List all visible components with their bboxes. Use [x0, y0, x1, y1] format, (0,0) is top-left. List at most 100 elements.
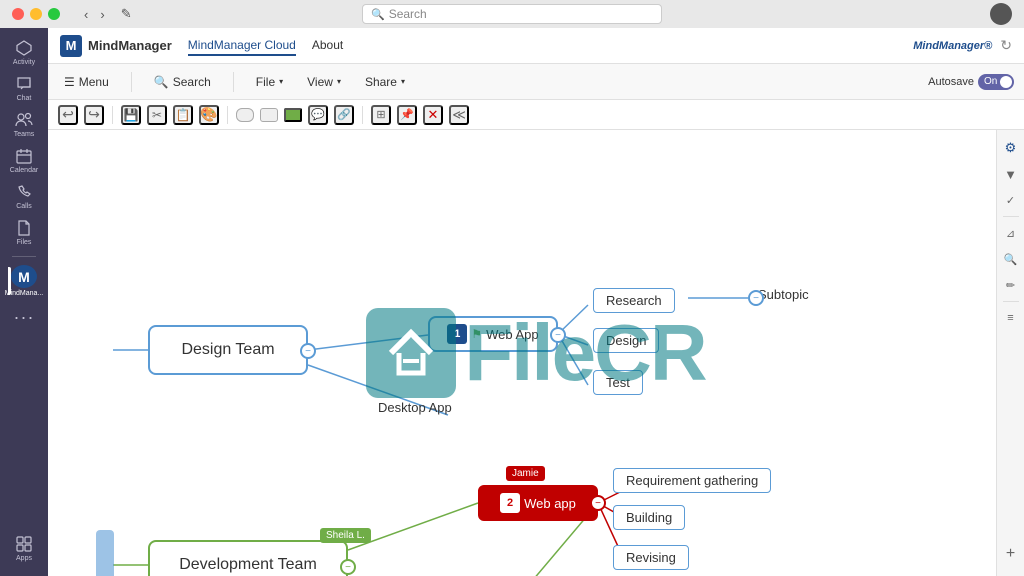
teams-sidebar: Activity Chat Teams Calendar Calls Files… — [0, 28, 48, 576]
sidebar-item-calendar[interactable]: Calendar — [8, 144, 40, 176]
view-chevron: ▾ — [337, 77, 341, 86]
undo-button[interactable]: ↩ — [58, 105, 78, 125]
activity-label: Activity — [13, 59, 35, 66]
sidebar-item-mindmanager[interactable]: M MindMana... — [8, 265, 40, 297]
webapp-connector[interactable]: − — [550, 327, 566, 343]
mindmap-canvas[interactable]: Design Team − 1 ⚑ Web App − Desktop App … — [48, 130, 1024, 576]
hamburger-icon: ☰ — [64, 75, 75, 89]
toolbar-separator-2 — [233, 72, 234, 92]
green-box-button[interactable] — [284, 108, 302, 122]
calls-icon — [15, 183, 33, 201]
grid-button[interactable]: ⊞ — [371, 105, 391, 125]
teams-label: Teams — [14, 131, 35, 138]
sidebar-item-files[interactable]: Files — [8, 216, 40, 248]
sidebar-item-chat[interactable]: Chat — [8, 72, 40, 104]
refresh-icon[interactable]: ↻ — [1000, 37, 1012, 54]
app-top-right: MindManager® ↻ — [913, 37, 1012, 54]
redo-button[interactable]: ↪ — [84, 105, 104, 125]
file-button[interactable]: File ▾ — [250, 72, 289, 92]
search-rp-icon[interactable]: 🔍 — [1001, 249, 1021, 269]
dev-team-connector[interactable]: − — [340, 559, 356, 575]
share-label: Share — [365, 75, 397, 89]
dev-team-label: Development Team — [179, 556, 317, 574]
sidebar-item-more[interactable]: ··· — [8, 301, 40, 333]
left-sidebar-element — [96, 530, 114, 576]
filter-icon[interactable]: ▼ — [1001, 164, 1021, 184]
rp-bottom: + — [1001, 544, 1021, 576]
pin-button[interactable]: 📌 — [397, 105, 417, 125]
paint-button[interactable]: 🎨 — [199, 105, 219, 125]
search-box[interactable]: 🔍 Search — [362, 4, 662, 24]
file-chevron: ▾ — [279, 77, 283, 86]
sidebar-item-teams[interactable]: Teams — [8, 108, 40, 140]
webapp-flag: ⚑ — [471, 327, 482, 341]
sidebar-item-apps[interactable]: Apps — [8, 532, 40, 564]
link-button[interactable]: 🔗 — [334, 105, 354, 125]
view-label: View — [307, 75, 333, 89]
forward-button[interactable]: › — [96, 5, 108, 24]
dev-team-node[interactable]: Development Team — [148, 540, 348, 576]
close-button[interactable] — [12, 8, 24, 20]
calendar-label: Calendar — [10, 167, 38, 174]
app-title: MindManager — [88, 38, 172, 53]
research-label: Research — [606, 293, 662, 308]
autosave-group: Autosave On — [928, 74, 1014, 90]
check-icon[interactable]: ✓ — [1001, 190, 1021, 210]
minimize-button[interactable] — [30, 8, 42, 20]
app-container: M MindManager MindManager Cloud About Mi… — [48, 28, 1024, 576]
settings-icon[interactable]: ⚙ — [1001, 138, 1021, 158]
nav-item-about[interactable]: About — [312, 36, 343, 56]
maximize-button[interactable] — [48, 8, 60, 20]
autosave-toggle[interactable]: On — [978, 74, 1014, 90]
mac-titlebar: ‹ › ✎ 🔍 Search — [0, 0, 1024, 28]
webapp-node[interactable]: 1 ⚑ Web App — [428, 316, 558, 352]
bookmark-icon[interactable]: ⊿ — [1001, 223, 1021, 243]
building-label: Building — [626, 510, 672, 525]
webapp2-connector[interactable]: − — [590, 495, 606, 511]
test-node[interactable]: Test — [593, 370, 643, 395]
menu-group: ☰ Menu — [58, 72, 115, 92]
design-team-node[interactable]: Design Team — [148, 325, 308, 375]
design-node[interactable]: Design — [593, 328, 659, 353]
search-button[interactable]: 🔍 Search — [148, 72, 217, 92]
tb2-sep-1 — [112, 106, 113, 124]
delete-button[interactable]: ✕ — [423, 105, 443, 125]
research-connector[interactable]: − — [748, 290, 764, 306]
nav-arrows[interactable]: ‹ › — [80, 5, 109, 24]
design-team-connector[interactable]: − — [300, 343, 316, 359]
revising-node[interactable]: Revising — [613, 545, 689, 570]
menu-button[interactable]: ☰ Menu — [58, 72, 115, 92]
sidebar-item-activity[interactable]: Activity — [8, 36, 40, 68]
toggle-on-label: On — [984, 76, 997, 87]
profile-avatar[interactable] — [990, 3, 1012, 25]
comment-button[interactable]: 💬 — [308, 105, 328, 125]
toggle-knob — [1000, 76, 1012, 88]
copy-button[interactable]: 📋 — [173, 105, 193, 125]
lines-icon[interactable]: ≡ — [1001, 308, 1021, 328]
sidebar-item-calls[interactable]: Calls — [8, 180, 40, 212]
add-icon[interactable]: + — [1001, 544, 1021, 564]
webapp2-node[interactable]: 2 Web app — [478, 485, 598, 521]
secondary-toolbar: ↩ ↪ 💾 ✂ 📋 🎨 💬 🔗 ⊞ 📌 ✕ ≪ — [48, 100, 1024, 130]
nav-item-cloud[interactable]: MindManager Cloud — [188, 36, 296, 56]
more-icon: ··· — [15, 308, 33, 326]
req-gathering-node[interactable]: Requirement gathering — [613, 468, 771, 493]
test-label: Test — [606, 375, 630, 390]
view-button[interactable]: View ▾ — [301, 72, 347, 92]
building-node[interactable]: Building — [613, 505, 685, 530]
autosave-label: Autosave — [928, 76, 974, 88]
save-button[interactable]: 💾 — [121, 105, 141, 125]
back-button[interactable]: ‹ — [80, 5, 92, 24]
rp-divider-2 — [1003, 301, 1019, 302]
share-icon-button[interactable]: ≪ — [449, 105, 469, 125]
research-node[interactable]: Research — [593, 288, 675, 313]
subtopic-node[interactable]: Subtopic — [758, 287, 809, 302]
desktop-app-node[interactable]: Desktop App — [378, 400, 452, 415]
menu-label: Menu — [79, 75, 109, 89]
share-button[interactable]: Share ▾ — [359, 72, 411, 92]
cut-button[interactable]: ✂ — [147, 105, 167, 125]
shape2-button[interactable] — [260, 108, 278, 122]
pen-icon[interactable]: ✏ — [1001, 275, 1021, 295]
webapp2-badge: 2 — [500, 493, 520, 513]
shape1-button[interactable] — [236, 108, 254, 122]
